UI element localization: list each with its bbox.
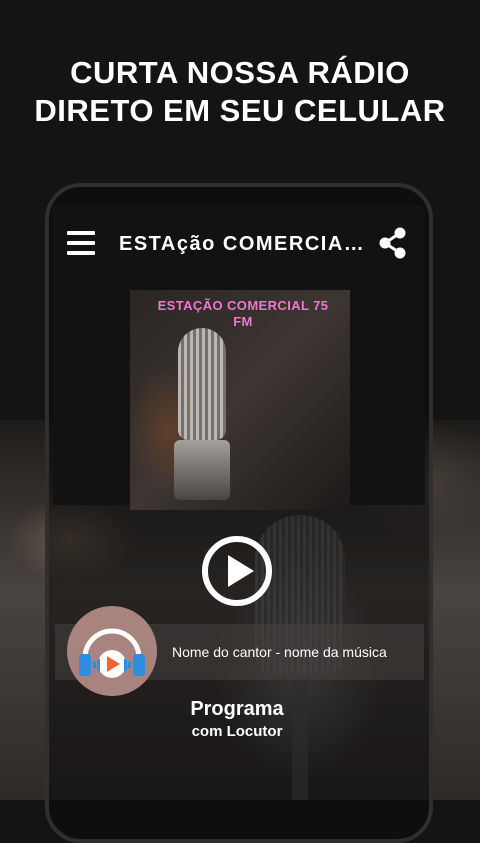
play-icon [202, 536, 272, 606]
headphones-play-icon [79, 628, 145, 678]
program-subtitle: com Locutor [191, 723, 283, 740]
cover-text-line-2: FM [233, 314, 253, 329]
cover-station-name: ESTAÇÃO COMERCIAL 75 FM [148, 298, 338, 330]
program-title: Programa [190, 698, 284, 720]
now-playing-text: Nome do cantor - nome da música [172, 644, 387, 660]
headline-line-1: CURTA NOSSA RÁDIO [70, 55, 410, 90]
cover-microphone [178, 328, 226, 440]
station-cover-art: ESTAÇÃO COMERCIAL 75 FM [130, 290, 350, 510]
menu-button[interactable] [67, 231, 95, 255]
app-title: ESTAção COMERCIAL... [119, 233, 369, 255]
cover-text-line-1: ESTAÇÃO COMERCIAL 75 [157, 298, 329, 313]
promo-headline: CURTA NOSSA RÁDIO DIRETO EM SEU CELULAR [0, 54, 480, 130]
app-toolbar: ESTAção COMERCIAL... [53, 215, 425, 273]
share-icon [379, 227, 406, 259]
station-avatar [67, 606, 157, 696]
share-button[interactable] [378, 227, 408, 259]
headline-line-2: DIRETO EM SEU CELULAR [34, 93, 446, 128]
cover-microphone-mount [174, 440, 230, 500]
play-button[interactable] [201, 535, 273, 607]
